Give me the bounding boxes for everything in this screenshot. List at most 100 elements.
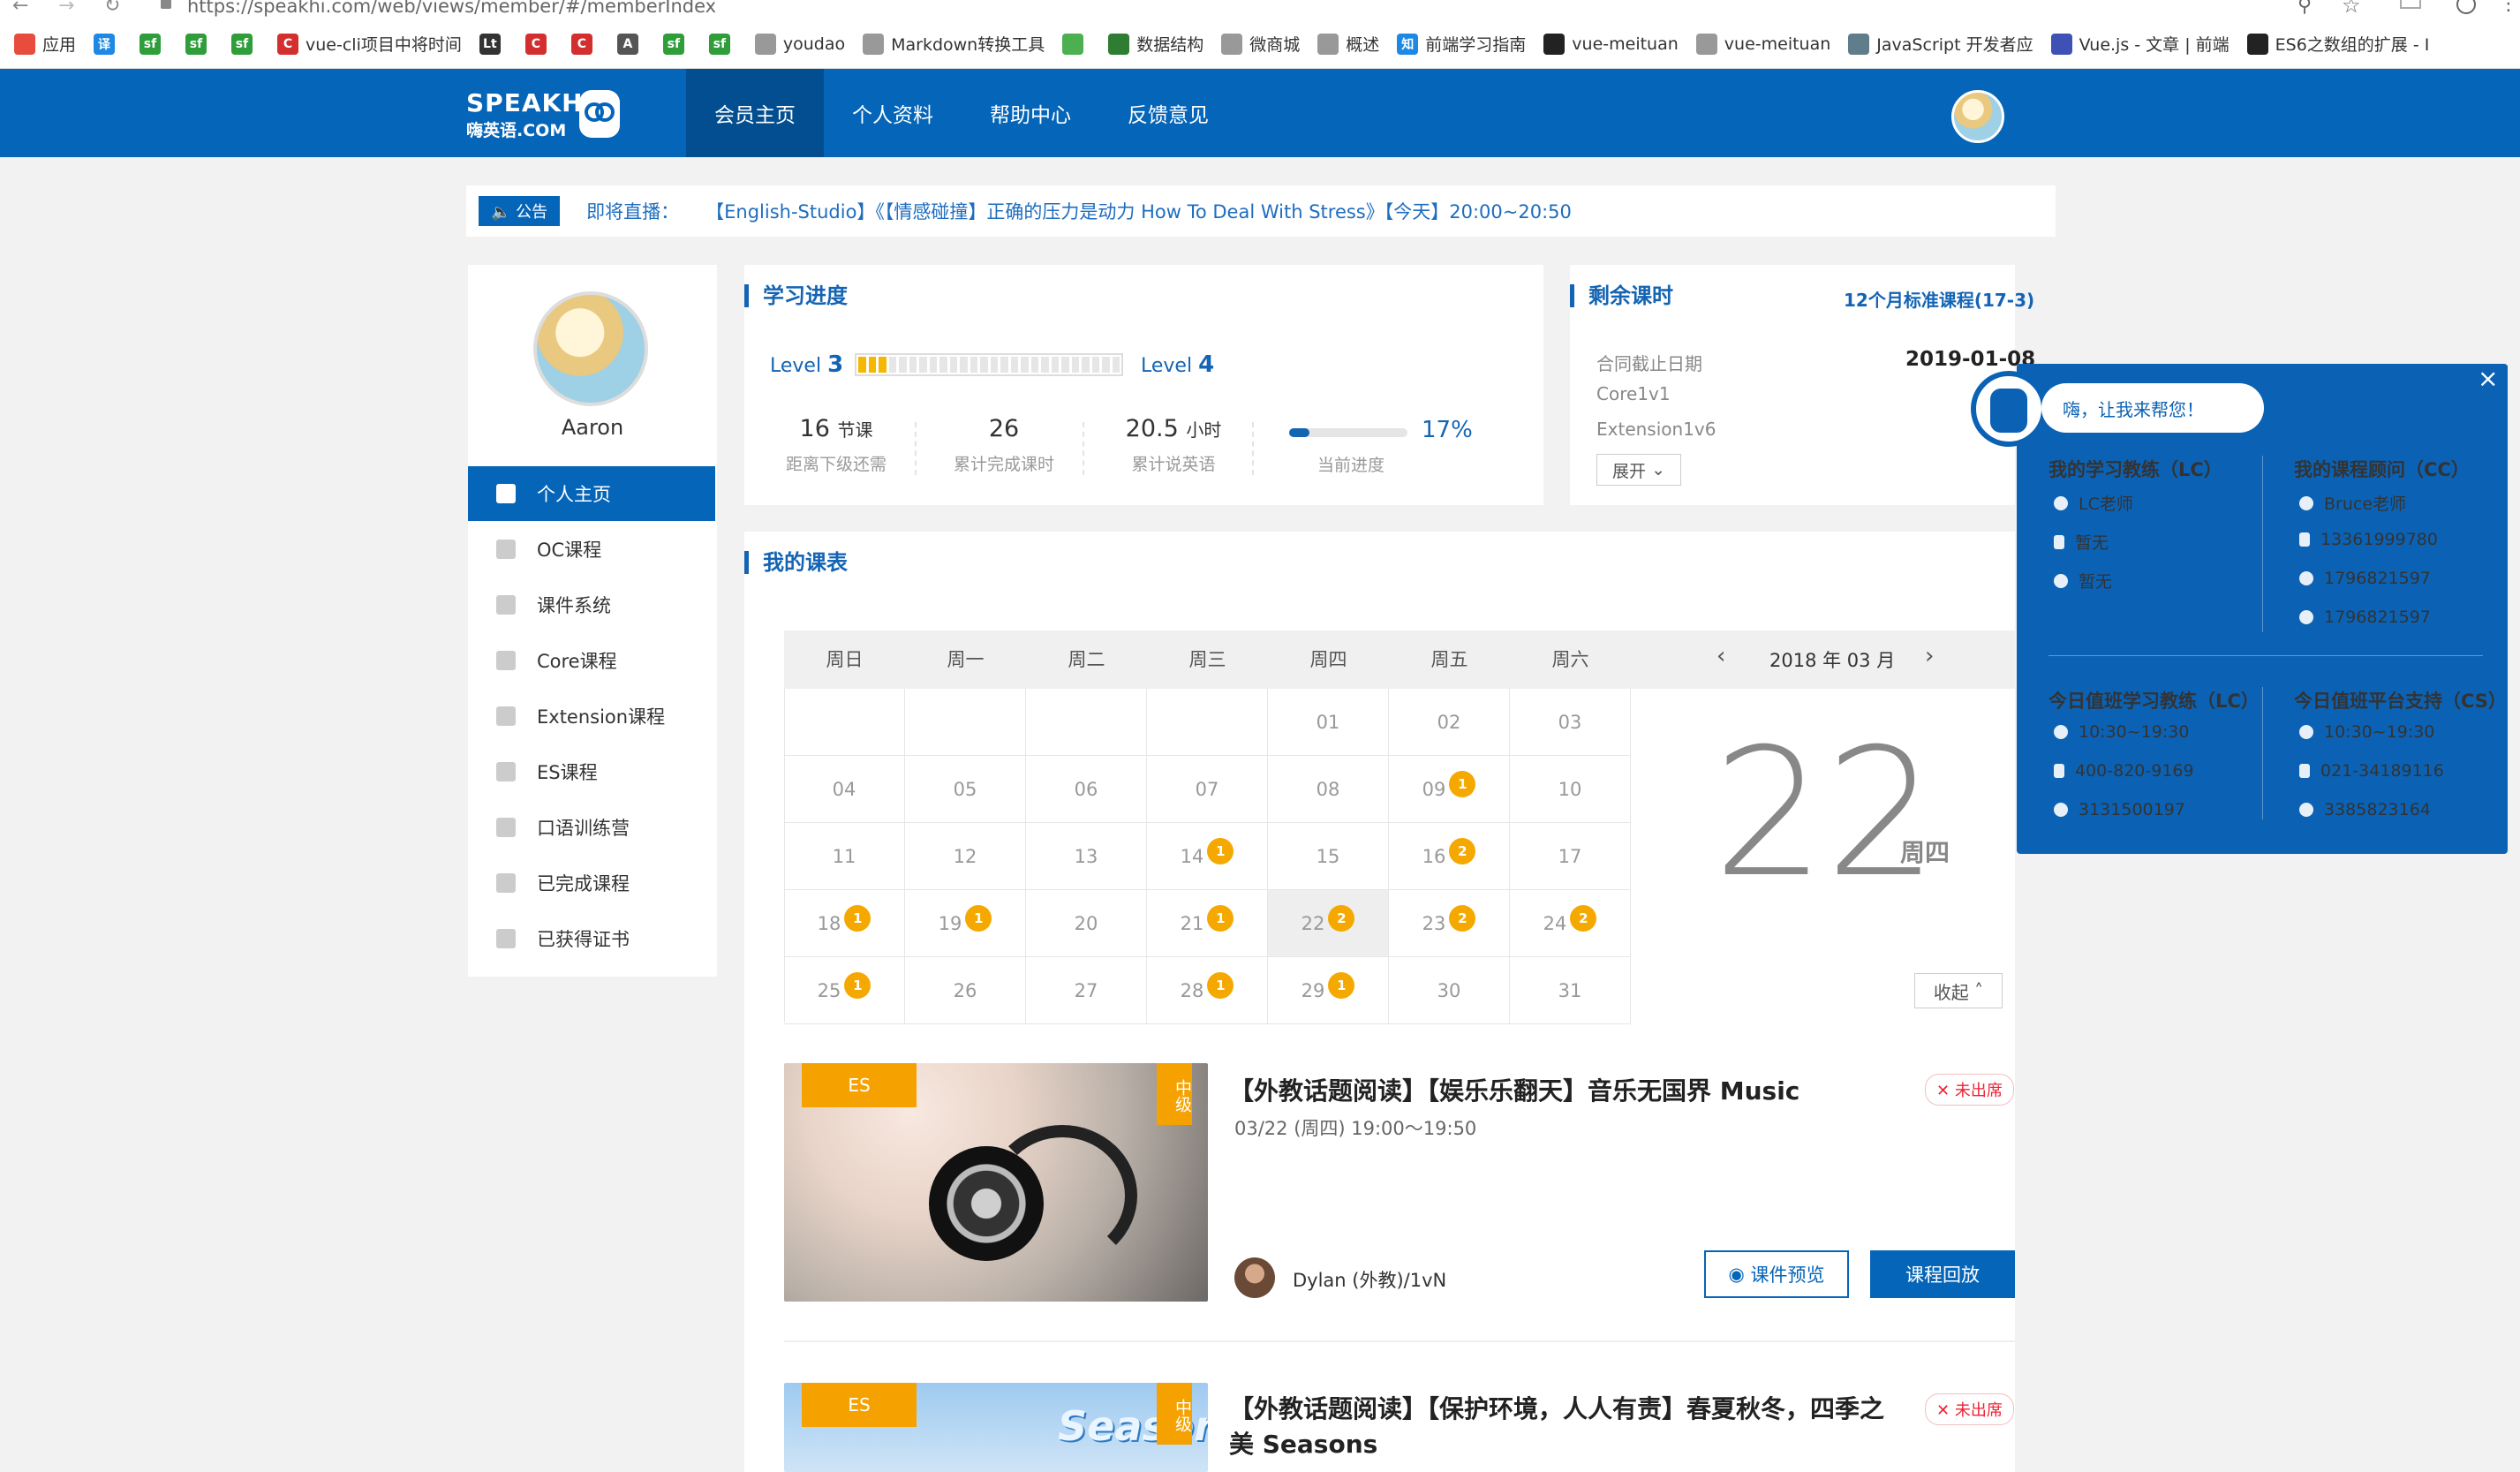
- next-month-icon[interactable]: ›: [1925, 643, 1934, 669]
- bookmark-item[interactable]: sf: [231, 33, 260, 55]
- url-text[interactable]: https://speakhi.com/web/views/member/#/m…: [187, 0, 716, 17]
- course-title[interactable]: 【外教话题阅读】【保护环境，人人有责】春夏秋冬，四季之美 Seasons: [1229, 1392, 1900, 1462]
- calendar-day[interactable]: 21 1: [1147, 890, 1268, 957]
- calendar-day[interactable]: 07: [1147, 756, 1268, 823]
- bookmark-item[interactable]: JavaScript 开发者应: [1848, 32, 2033, 56]
- forward-arrow-icon[interactable]: →: [58, 0, 74, 17]
- replay-button[interactable]: 课程回放: [1870, 1250, 2015, 1298]
- bookmark-item[interactable]: Lt: [479, 33, 508, 55]
- bookmark-item[interactable]: 知前端学习指南: [1397, 32, 1526, 56]
- calendar-day[interactable]: 03: [1510, 689, 1631, 756]
- sidebar-item-5[interactable]: ES课程: [468, 744, 715, 799]
- calendar-day[interactable]: 01: [1268, 689, 1389, 756]
- calendar-day[interactable]: 25 1: [784, 957, 905, 1024]
- divider: [2262, 456, 2263, 632]
- calendar-day[interactable]: 06: [1026, 756, 1147, 823]
- nav-feedback[interactable]: 反馈意见: [1099, 69, 1237, 157]
- nav-help[interactable]: 帮助中心: [962, 69, 1099, 157]
- calendar-day[interactable]: 15: [1268, 823, 1389, 890]
- browser-url-bar[interactable]: ← → ↻ https://speakhi.com/web/views/memb…: [0, 0, 2520, 19]
- calendar-day[interactable]: 18 1: [784, 890, 905, 957]
- calendar-day[interactable]: 09 1: [1389, 756, 1510, 823]
- teacher-avatar[interactable]: [1234, 1257, 1275, 1298]
- bookmark-item[interactable]: [1062, 33, 1090, 55]
- calendar-day[interactable]: 28 1: [1147, 957, 1268, 1024]
- nav-profile[interactable]: 个人资料: [824, 69, 962, 157]
- stat-value: 26: [988, 415, 1020, 442]
- calendar-day[interactable]: 14 1: [1147, 823, 1268, 890]
- site-logo[interactable]: SPEAKHI 嗨英语.COM: [466, 88, 593, 141]
- bookmark-item[interactable]: C: [570, 33, 600, 55]
- calendar-day[interactable]: 11: [784, 823, 905, 890]
- calendar-day[interactable]: 23 2: [1389, 890, 1510, 957]
- notice-link[interactable]: 【English-Studio】《【情感碰撞】正确的压力是动力 How To D…: [705, 198, 1572, 224]
- sidebar-item-0[interactable]: 个人主页: [468, 466, 715, 521]
- calendar-day[interactable]: 17: [1510, 823, 1631, 890]
- header-avatar[interactable]: [1951, 90, 2004, 143]
- calendar-day[interactable]: 16 2: [1389, 823, 1510, 890]
- reload-icon[interactable]: ↻: [104, 0, 120, 17]
- bookmark-item[interactable]: vue-meituan: [1695, 33, 1830, 55]
- calendar-day[interactable]: 22 2: [1268, 890, 1389, 957]
- extension-icon[interactable]: [2400, 0, 2421, 9]
- prev-month-icon[interactable]: ‹: [1716, 643, 1725, 669]
- nav-label: 反馈意见: [1128, 104, 1209, 127]
- bookmark-item[interactable]: vue-meituan: [1543, 33, 1679, 55]
- key-icon[interactable]: ⚲: [2297, 0, 2312, 17]
- preview-button[interactable]: ◉ 课件预览: [1704, 1250, 1849, 1298]
- calendar-day[interactable]: 12: [905, 823, 1026, 890]
- sidebar-item-7[interactable]: 已完成课程: [468, 856, 715, 910]
- day-number: 04: [832, 778, 856, 800]
- bookmark-item[interactable]: 译: [94, 33, 122, 55]
- bookmark-item[interactable]: sf: [662, 33, 691, 55]
- bookmark-item[interactable]: sf: [708, 33, 737, 55]
- nav-member-home[interactable]: 会员主页: [686, 69, 824, 157]
- calendar-day[interactable]: 27: [1026, 957, 1147, 1024]
- bookmark-item[interactable]: sf: [140, 33, 168, 55]
- calendar-day[interactable]: 08: [1268, 756, 1389, 823]
- calendar-day[interactable]: 02: [1389, 689, 1510, 756]
- bookmark-item[interactable]: 数据结构: [1108, 32, 1203, 56]
- calendar-day[interactable]: 31: [1510, 957, 1631, 1024]
- bookmark-item[interactable]: C: [524, 33, 554, 55]
- expand-button[interactable]: 展开 ⌄: [1596, 454, 1681, 486]
- menu-dots-icon[interactable]: ⋮: [2499, 0, 2518, 15]
- calendar-day[interactable]: 13: [1026, 823, 1147, 890]
- sidebar-item-8[interactable]: 已获得证书: [468, 911, 715, 966]
- collapse-button[interactable]: 收起 ˄: [1914, 973, 2003, 1008]
- course-title[interactable]: 【外教话题阅读】【娱乐乐翻天】音乐无国界 Music: [1229, 1072, 1799, 1107]
- bookmark-item[interactable]: sf: [185, 33, 214, 55]
- day-number: 13: [1074, 845, 1098, 867]
- bookmark-item[interactable]: Cvue-cli项目中将时间: [277, 32, 462, 56]
- profile-icon[interactable]: [2456, 0, 2476, 14]
- calendar-day[interactable]: 05: [905, 756, 1026, 823]
- bookmark-item[interactable]: 概述: [1317, 32, 1379, 56]
- bookmark-item[interactable]: 微商城: [1221, 32, 1300, 56]
- back-arrow-icon[interactable]: ←: [12, 0, 28, 17]
- calendar-day[interactable]: 29 1: [1268, 957, 1389, 1024]
- sidebar-item-2[interactable]: 课件系统: [468, 577, 715, 632]
- level-segment: [1000, 357, 1008, 373]
- sidebar-item-1[interactable]: OC课程: [468, 522, 715, 577]
- bookmark-item[interactable]: 应用: [14, 32, 76, 56]
- calendar-day[interactable]: 10: [1510, 756, 1631, 823]
- sidebar-item-3[interactable]: Core课程: [468, 633, 715, 688]
- day-number: 05: [953, 778, 977, 800]
- bookmark-item[interactable]: Vue.js - 文章 | 前端: [2050, 32, 2230, 56]
- bookmark-item[interactable]: A: [616, 33, 645, 55]
- calendar-day[interactable]: 30: [1389, 957, 1510, 1024]
- bookmark-item[interactable]: Markdown转换工具: [863, 32, 1045, 56]
- calendar-day[interactable]: 20: [1026, 890, 1147, 957]
- calendar-day[interactable]: 26: [905, 957, 1026, 1024]
- bookmark-item[interactable]: youdao: [754, 33, 845, 55]
- sidebar-item-4[interactable]: Extension课程: [468, 689, 715, 744]
- calendar-day: [784, 689, 905, 756]
- sidebar-item-6[interactable]: 口语训练营: [468, 800, 715, 855]
- calendar-day[interactable]: 24 2: [1510, 890, 1631, 957]
- star-icon[interactable]: ☆: [2342, 0, 2361, 18]
- bookmark-item[interactable]: ES6之数组的扩展 - I: [2246, 32, 2429, 56]
- sidebar-avatar[interactable]: [533, 291, 648, 406]
- calendar-day[interactable]: 04: [784, 756, 905, 823]
- close-icon[interactable]: ×: [2478, 364, 2498, 393]
- calendar-day[interactable]: 19 1: [905, 890, 1026, 957]
